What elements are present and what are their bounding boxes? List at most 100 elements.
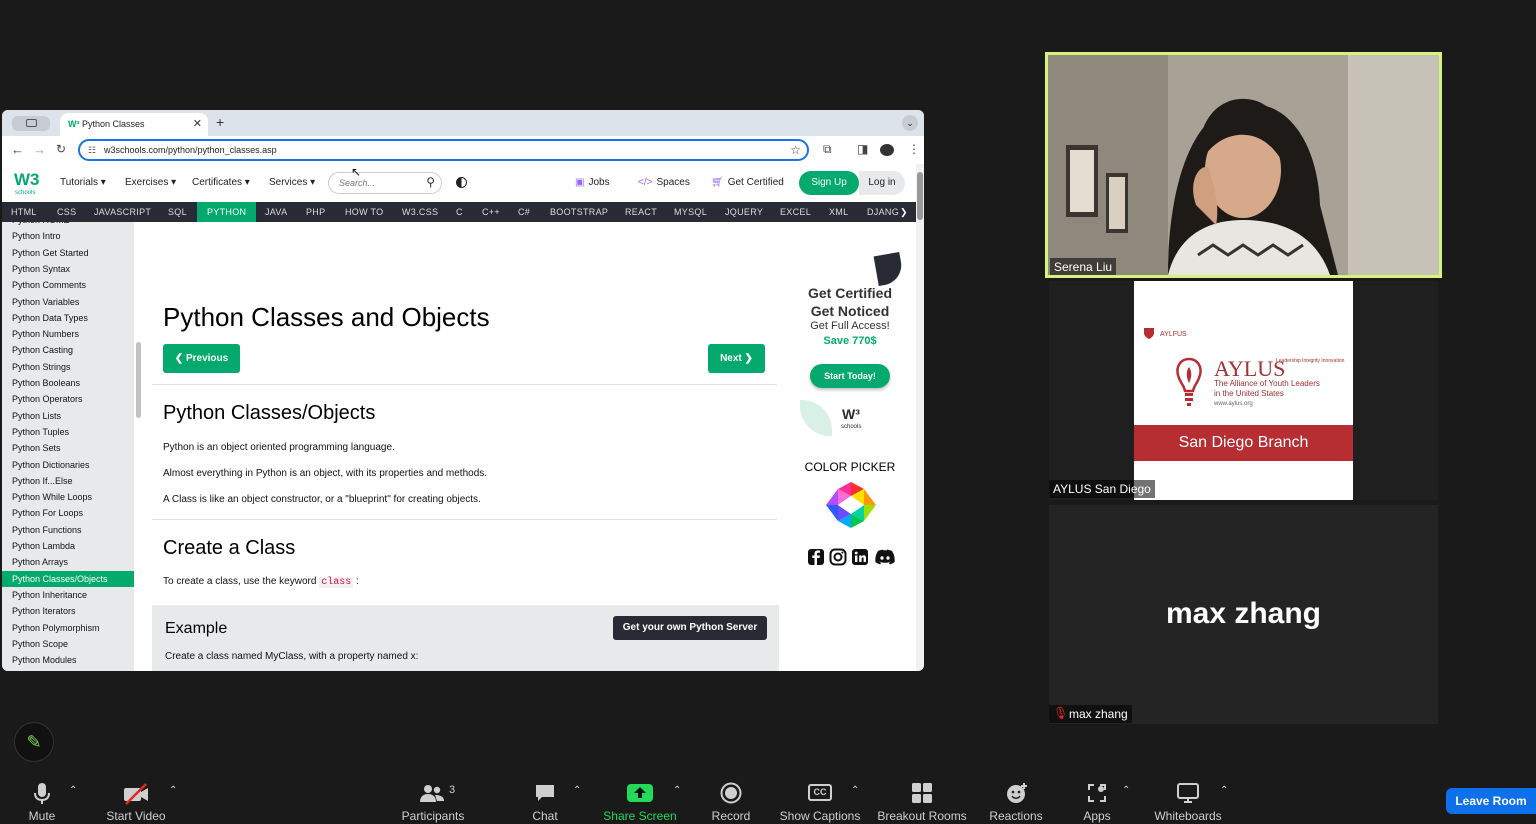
sidebar-item[interactable]: Python Operators [2, 391, 134, 407]
sidebar-item[interactable]: Python Classes/Objects [2, 570, 134, 587]
sidebar-item[interactable]: Python Syntax [2, 261, 134, 277]
leave-room-button[interactable]: Leave Room [1446, 788, 1536, 814]
new-tab-button[interactable]: + [216, 114, 224, 130]
topic-php[interactable]: PHP [306, 207, 325, 217]
sidebar-item[interactable]: Python Get Started [2, 245, 134, 261]
video-tile-aylus[interactable]: AYLFUS AYLUS Leadership Integrity Innova… [1049, 281, 1438, 500]
topic-css[interactable]: CSS [57, 207, 76, 217]
video-options-chevron-icon[interactable]: ⌃ [169, 785, 177, 796]
tab-search-button[interactable] [12, 116, 50, 131]
site-search-input[interactable]: Search... ⚲ [328, 172, 442, 194]
sidebar-item[interactable]: Python Arrays [2, 554, 134, 570]
address-bar[interactable]: ☷ w3schools.com/python/python_classes.as… [78, 139, 809, 161]
menu-exercises[interactable]: Exercises ▾ [125, 177, 176, 188]
topic-react[interactable]: REACT [625, 207, 657, 217]
python-server-button[interactable]: Get your own Python Server [613, 616, 767, 640]
menu-tutorials[interactable]: Tutorials ▾ [60, 177, 106, 188]
menu-certificates[interactable]: Certificates ▾ [192, 177, 250, 188]
sidebar-item[interactable]: Python Booleans [2, 375, 134, 391]
menu-services[interactable]: Services ▾ [269, 177, 315, 188]
link-jobs[interactable]: ▣ Jobs [575, 177, 610, 188]
linkedin-icon[interactable] [851, 548, 869, 566]
start-video-button[interactable]: Start Video [100, 778, 172, 824]
sidebar-item[interactable]: Python Lambda [2, 538, 134, 554]
sidebar-item[interactable]: Python Lists [2, 408, 134, 424]
topic-w3css[interactable]: W3.CSS [402, 207, 438, 217]
topic-django[interactable]: DJANG [867, 207, 899, 217]
breakout-rooms-button[interactable]: Breakout Rooms [874, 778, 970, 824]
topic-csharp[interactable]: C# [518, 207, 530, 217]
chevron-down-icon[interactable]: ⌄ [902, 115, 918, 131]
kebab-menu-icon[interactable]: ⋮ [908, 142, 920, 156]
topic-javascript[interactable]: JAVASCRIPT [94, 207, 151, 217]
discord-icon[interactable] [874, 548, 896, 566]
mute-button[interactable]: Mute [17, 778, 67, 824]
topic-java[interactable]: JAVA [265, 207, 287, 217]
sidebar-item[interactable]: Python Intro [2, 228, 134, 244]
share-options-chevron-icon[interactable]: ⌃ [673, 785, 681, 796]
video-tile-max[interactable]: max zhang 🎙︎ max zhang [1049, 505, 1438, 724]
whiteboards-options-chevron-icon[interactable]: ⌃ [1220, 785, 1228, 796]
topic-sql[interactable]: SQL [168, 207, 187, 217]
color-wheel-icon[interactable] [826, 482, 876, 528]
topic-python[interactable]: PYTHON [197, 202, 257, 222]
topic-xml[interactable]: XML [829, 207, 848, 217]
extensions-icon[interactable]: ⧉ [823, 142, 832, 157]
sidebar-item[interactable]: Python For Loops [2, 505, 134, 521]
show-captions-button[interactable]: CC Show Captions [778, 778, 862, 824]
captions-options-chevron-icon[interactable]: ⌃ [851, 785, 859, 796]
sidebar-item[interactable]: Python Data Types [2, 310, 134, 326]
profile-avatar[interactable] [880, 144, 894, 156]
apps-options-chevron-icon[interactable]: ⌃ [1122, 785, 1130, 796]
sidebar-item[interactable]: Python Tuples [2, 424, 134, 440]
sidebar-item[interactable]: Python Variables [2, 294, 134, 310]
sidebar-item[interactable]: Python Functions [2, 522, 134, 538]
topic-c[interactable]: C [456, 207, 463, 217]
topic-bootstrap[interactable]: BOOTSTRAP [550, 207, 608, 217]
close-tab-icon[interactable]: ✕ [193, 117, 202, 130]
video-tile-serena[interactable]: Serena Liu [1045, 52, 1442, 278]
topic-cpp[interactable]: C++ [482, 207, 500, 217]
sidebar-item[interactable]: Python If...Else [2, 473, 134, 489]
bookmark-star-icon[interactable]: ☆ [790, 143, 801, 157]
apps-button[interactable]: Apps [1077, 778, 1117, 824]
sidebar-item[interactable]: Python Dictionaries [2, 457, 134, 473]
reload-icon[interactable]: ↻ [56, 142, 66, 156]
page-scrollbar[interactable] [916, 164, 924, 671]
mute-options-chevron-icon[interactable]: ⌃ [69, 785, 77, 796]
topic-jquery[interactable]: JQUERY [725, 207, 763, 217]
forward-arrow-icon[interactable]: → [33, 142, 46, 157]
start-today-button[interactable]: Start Today! [810, 364, 890, 388]
chat-options-chevron-icon[interactable]: ⌃ [573, 785, 581, 796]
log-in-button[interactable]: Log in [859, 171, 905, 195]
topic-scroll-right-icon[interactable]: ❯ [900, 207, 908, 218]
topic-html[interactable]: HTML [11, 207, 37, 217]
whiteboards-button[interactable]: Whiteboards [1148, 778, 1228, 824]
sidebar-item[interactable]: Python Comments [2, 277, 134, 293]
sidebar-item[interactable]: Python Iterators [2, 603, 134, 619]
topic-howto[interactable]: HOW TO [345, 207, 383, 217]
color-picker-title[interactable]: COLOR PICKER [784, 460, 916, 474]
chat-button[interactable]: Chat [525, 778, 565, 824]
topic-mysql[interactable]: MYSQL [674, 207, 707, 217]
reactions-button[interactable]: Reactions [986, 778, 1046, 824]
site-info-icon[interactable]: ☷ [88, 145, 96, 156]
record-button[interactable]: Record [706, 778, 756, 824]
sidebar-item[interactable]: Python Strings [2, 359, 134, 375]
sidebar-item[interactable]: Python While Loops [2, 489, 134, 505]
link-get-certified[interactable]: 🛒︎ Get Certified [711, 177, 784, 188]
sidebar-item[interactable]: Python Inheritance [2, 587, 134, 603]
tab-python-classes[interactable]: W³ Python Classes ✕ [60, 113, 208, 136]
instagram-icon[interactable] [829, 548, 847, 566]
search-icon[interactable]: ⚲ [426, 175, 435, 189]
dark-mode-toggle-icon[interactable] [456, 177, 467, 188]
sidebar-item[interactable]: Python Scope [2, 636, 134, 652]
sidebar-item[interactable]: Python Numbers [2, 326, 134, 342]
back-arrow-icon[interactable]: ← [11, 142, 24, 157]
next-button[interactable]: Next ❯ [708, 344, 765, 373]
w3schools-logo[interactable]: W3 schools [12, 170, 42, 196]
sidebar-scrollbar[interactable] [136, 342, 141, 418]
sign-up-button[interactable]: Sign Up [799, 171, 859, 195]
sidebar-item[interactable]: Python HOME [2, 222, 134, 228]
sidebar-item[interactable]: Python Polymorphism [2, 620, 134, 636]
